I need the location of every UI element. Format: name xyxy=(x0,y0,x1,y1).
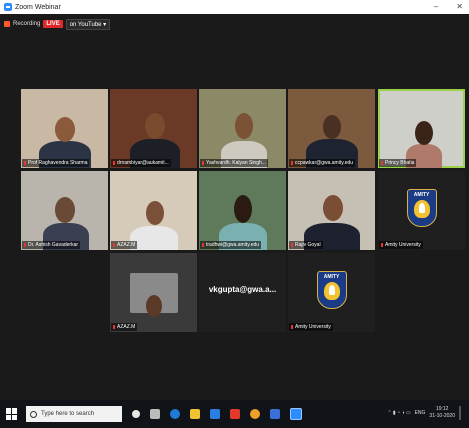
participant-name: Amity University xyxy=(289,323,333,331)
zoom-taskbar-icon[interactable] xyxy=(290,408,302,420)
app-icon[interactable] xyxy=(230,409,240,419)
edge-icon[interactable] xyxy=(170,409,180,419)
store-icon[interactable] xyxy=(210,409,220,419)
chrome-icon[interactable] xyxy=(250,409,260,419)
windows-taskbar: Type here to search ⌃ ▮ ◔ ◑ ▭ ENG 19:12 … xyxy=(0,400,469,428)
participant-name: tradhwi@gwa.amity.edu xyxy=(200,241,262,249)
taskbar-search-input[interactable]: Type here to search xyxy=(26,406,122,422)
cortana-icon[interactable] xyxy=(132,410,140,418)
participant-name: Amity University xyxy=(379,241,423,249)
participant-head xyxy=(146,295,162,317)
language-indicator[interactable]: ENG xyxy=(415,410,426,416)
video-tile[interactable]: Dr. Ashish Gavaderkar xyxy=(21,171,108,250)
participant-name: ccpawkar@gwa.amity.edu xyxy=(289,159,356,167)
participant-name: Princy Bhatia xyxy=(379,159,417,167)
meeting-area: Recording LIVE on YouTube ▾ Prof Raghave… xyxy=(0,14,469,400)
stream-dropdown[interactable]: on YouTube ▾ xyxy=(65,18,111,30)
participant-head xyxy=(415,121,433,145)
live-badge[interactable]: LIVE xyxy=(43,20,63,28)
participant-head xyxy=(55,197,75,223)
participant-name: drnambiyar@aukamit... xyxy=(111,159,171,167)
system-tray: ⌃ ▮ ◔ ◑ ▭ ENG 19:12 31-10-2020 xyxy=(387,406,461,420)
amity-logo: AMITY xyxy=(406,188,437,227)
video-tile[interactable]: Yashvardh. Kalyan Singh... xyxy=(199,89,286,168)
search-placeholder: Type here to search xyxy=(41,411,95,417)
task-view-icon[interactable] xyxy=(150,409,160,419)
close-button[interactable]: ✕ xyxy=(456,2,463,11)
participant-name: Prof Raghavendra Sharma xyxy=(22,159,90,167)
participant-name: AZAZ.M xyxy=(111,241,138,249)
title-bar: Zoom Webinar – ✕ xyxy=(0,0,469,14)
windows-start-icon[interactable] xyxy=(6,408,18,420)
participant-name: Yashvardh. Kalyan Singh... xyxy=(200,159,268,167)
video-tile[interactable]: AZAZ.M xyxy=(110,253,197,332)
participant-head xyxy=(55,117,75,142)
recording-bar: Recording LIVE on YouTube ▾ xyxy=(4,18,111,30)
video-tile[interactable]: Prof Raghavendra Sharma xyxy=(21,89,108,168)
video-tile[interactable]: AMITY Amity University xyxy=(378,171,465,250)
tray-icons[interactable]: ⌃ ▮ ◔ ◑ ▭ xyxy=(387,410,410,416)
video-tile[interactable]: AZAZ.M xyxy=(110,171,197,250)
recording-icon xyxy=(4,21,10,27)
video-tile[interactable]: drnambiyar@aukamit... xyxy=(110,89,197,168)
amity-logo: AMITY xyxy=(316,270,347,309)
participant-head xyxy=(323,115,341,139)
recording-label: Recording xyxy=(13,21,41,27)
video-tile[interactable]: ccpawkar@gwa.amity.edu xyxy=(288,89,375,168)
file-explorer-icon[interactable] xyxy=(190,409,200,419)
search-icon xyxy=(30,410,37,418)
show-desktop-button[interactable] xyxy=(459,406,461,420)
participant-head xyxy=(234,195,252,223)
participant-head xyxy=(235,113,253,139)
video-tile-active-speaker[interactable]: Princy Bhatia xyxy=(378,89,465,168)
participant-display-name: vkgupta@gwa.a... xyxy=(208,285,277,294)
participant-name: AZAZ.M xyxy=(111,323,138,331)
video-tile[interactable]: Rajiv Goyal xyxy=(288,171,375,250)
video-tile[interactable]: AMITY Amity University xyxy=(288,253,375,332)
teams-icon[interactable] xyxy=(270,409,280,419)
participant-head xyxy=(145,113,165,139)
clock[interactable]: 19:12 31-10-2020 xyxy=(429,406,455,420)
participant-name: Rajiv Goyal xyxy=(289,241,323,249)
participant-name: Dr. Ashish Gavaderkar xyxy=(22,241,81,249)
participant-head xyxy=(323,195,343,221)
participant-head xyxy=(146,201,164,225)
video-tile[interactable]: tradhwi@gwa.amity.edu xyxy=(199,171,286,250)
window-title: Zoom Webinar xyxy=(15,3,61,11)
video-tile[interactable]: vkgupta@gwa.a... xyxy=(199,253,286,332)
zoom-app-icon xyxy=(4,3,12,11)
minimize-button[interactable]: – xyxy=(434,2,438,11)
